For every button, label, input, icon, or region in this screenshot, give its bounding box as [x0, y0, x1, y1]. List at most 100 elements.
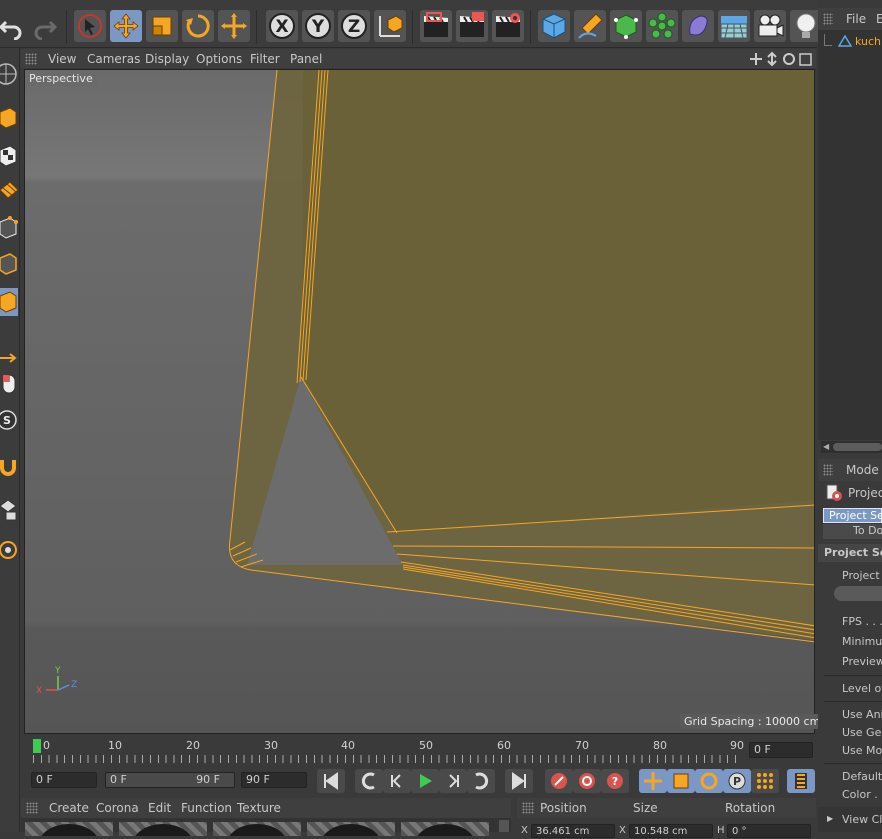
menu-panel[interactable]: Panel [290, 52, 322, 66]
grid-spacing-label: Grid Spacing : 10000 cm [680, 714, 825, 729]
subdivision-icon[interactable] [610, 10, 642, 42]
axis-mode-icon[interactable] [0, 344, 18, 372]
menu-filter[interactable]: Filter [250, 52, 280, 66]
rotate-icon[interactable] [182, 10, 214, 42]
cube-icon[interactable] [538, 10, 570, 42]
render-settings-icon[interactable] [492, 10, 524, 42]
menu-create[interactable]: Create [49, 801, 89, 815]
cloner-icon[interactable] [646, 10, 678, 42]
menu-edit-object[interactable]: E [876, 12, 882, 26]
tick-label: 0 [43, 739, 50, 752]
rotation-header: Rotation [725, 801, 776, 815]
render-picture-viewer-icon[interactable] [456, 10, 488, 42]
menu-view[interactable]: View [48, 52, 76, 66]
object-manager-scrollbar[interactable]: ◀ [821, 441, 882, 453]
key-parameter-icon[interactable]: P [723, 769, 751, 793]
deformer-icon[interactable] [682, 10, 714, 42]
x-axis-icon[interactable]: X [266, 10, 298, 42]
material-thumbnail[interactable] [213, 822, 301, 836]
camera-label[interactable]: Perspective [25, 71, 97, 86]
menu-corona[interactable]: Corona [96, 801, 139, 815]
undo-icon[interactable] [0, 10, 28, 42]
timeline-window-icon[interactable] [787, 769, 815, 793]
perspective-viewport[interactable]: Y X Z [24, 69, 815, 734]
menu-edit[interactable]: Edit [148, 801, 171, 815]
rotation-h-field[interactable]: 0 ° [727, 824, 811, 838]
material-list [21, 818, 511, 836]
render-view-icon[interactable] [420, 10, 452, 42]
size-x-field[interactable]: 10.548 cm [629, 824, 713, 838]
locked-workplane-icon[interactable] [0, 536, 18, 564]
move-icon[interactable] [110, 10, 142, 42]
previous-frame-icon[interactable] [383, 769, 411, 793]
timeline[interactable]: 0 10 20 30 40 50 60 70 80 90 0 F [21, 737, 816, 767]
select-icon[interactable] [74, 10, 106, 42]
y-axis-icon[interactable]: Y [302, 10, 334, 42]
material-thumbnail[interactable] [25, 822, 113, 836]
project-title: Project [848, 486, 882, 500]
play-icon[interactable] [411, 769, 439, 793]
next-key-icon[interactable] [467, 769, 495, 793]
transport-bar: 0 F 0 F 90 F 90 F ? P [21, 767, 816, 795]
menu-texture[interactable]: Texture [237, 801, 281, 815]
record-active-icon[interactable] [545, 769, 573, 793]
start-frame-field[interactable]: 0 F [31, 772, 97, 788]
attr-dropdown[interactable] [834, 586, 882, 601]
attr-row-default: Default [842, 770, 882, 783]
timeline-ruler[interactable] [33, 755, 738, 763]
menu-cameras[interactable]: Cameras [87, 52, 140, 66]
menu-mode[interactable]: Mode [846, 463, 879, 477]
key-scale-icon[interactable] [667, 769, 695, 793]
floor-icon[interactable] [718, 10, 750, 42]
make-editable-icon[interactable] [0, 60, 18, 88]
workplane-lock-icon[interactable] [0, 496, 18, 524]
snapping-icon[interactable]: S [0, 406, 18, 434]
material-thumbnail[interactable] [119, 822, 207, 836]
menu-options[interactable]: Options [196, 52, 242, 66]
go-to-start-icon[interactable] [317, 769, 345, 793]
magnet-icon[interactable] [0, 452, 18, 480]
next-frame-icon[interactable] [439, 769, 467, 793]
position-x-field[interactable]: 36.461 cm [531, 824, 615, 838]
transform-icon[interactable] [218, 10, 250, 42]
polygons-mode-icon[interactable] [0, 288, 18, 316]
preview-range-slider[interactable]: 0 F 90 F [105, 772, 235, 788]
coordinate-manager-header: Position Size Rotation [517, 798, 816, 818]
texture-mode-icon[interactable] [0, 142, 18, 170]
expand-arrow-icon[interactable]: ▶ [827, 814, 833, 823]
viewport-nav-icons[interactable] [748, 51, 814, 67]
tick-label: 90 [730, 739, 744, 752]
coordinate-system-icon[interactable] [374, 10, 406, 42]
keyframe-selection-icon[interactable]: ? [601, 769, 629, 793]
z-axis-icon[interactable]: Z [338, 10, 370, 42]
scale-icon[interactable] [146, 10, 178, 42]
end-frame-field[interactable]: 90 F [241, 772, 307, 788]
key-pla-icon[interactable] [751, 769, 779, 793]
menu-function[interactable]: Function [181, 801, 232, 815]
tab-project-settings[interactable]: Project Set [823, 508, 882, 523]
timeline-playhead[interactable] [33, 739, 41, 753]
go-to-end-icon[interactable] [505, 769, 533, 793]
material-thumbnail[interactable] [401, 822, 489, 836]
material-thumbnail[interactable] [307, 822, 395, 836]
pen-icon[interactable] [574, 10, 606, 42]
object-name[interactable]: kuchn [855, 35, 882, 48]
key-rotation-icon[interactable] [695, 769, 723, 793]
autokey-icon[interactable] [573, 769, 601, 793]
axis-y-label: Y [54, 666, 61, 676]
model-mode-icon[interactable] [0, 104, 18, 132]
menu-file[interactable]: File [846, 12, 866, 26]
tweak-mode-icon[interactable] [0, 370, 18, 398]
menu-display[interactable]: Display [145, 52, 189, 66]
redo-icon[interactable] [28, 10, 60, 42]
previous-key-icon[interactable] [355, 769, 383, 793]
attr-row-use-motion: Use Mo [842, 744, 882, 757]
edges-mode-icon[interactable] [0, 250, 18, 278]
camera-icon[interactable] [754, 10, 786, 42]
current-frame-field[interactable]: 0 F [749, 742, 813, 758]
material-scrollbar[interactable] [499, 820, 509, 832]
points-mode-icon[interactable] [0, 214, 18, 242]
key-position-icon[interactable] [639, 769, 667, 793]
tab-todo[interactable]: To Do [823, 524, 882, 539]
workplane-mode-icon[interactable] [0, 176, 18, 204]
